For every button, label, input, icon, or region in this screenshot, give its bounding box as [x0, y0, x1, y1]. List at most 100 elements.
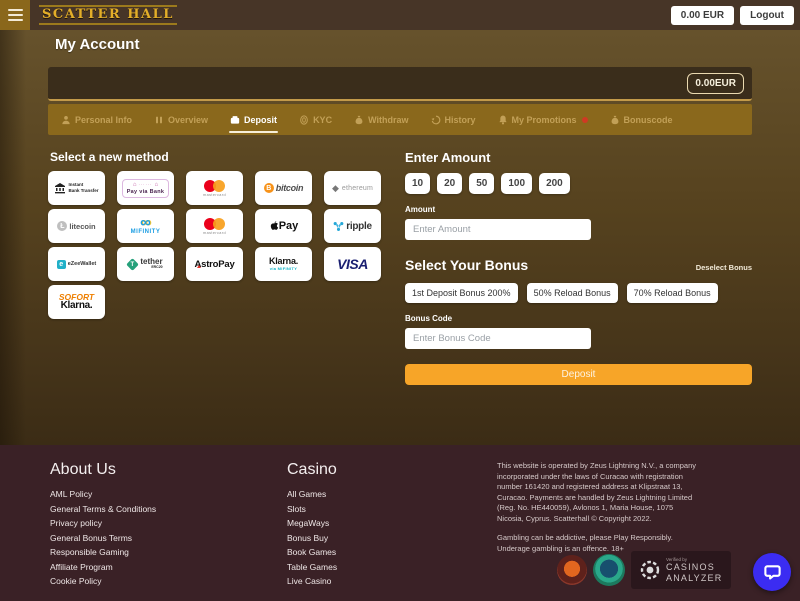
method-sublabel: via MIFINITY	[270, 267, 297, 271]
deposit-button[interactable]: Deposit	[405, 364, 752, 385]
method-label: AstroPay	[194, 259, 234, 270]
tab-label: Withdraw	[368, 115, 408, 125]
footer-about-heading: About Us	[50, 461, 287, 479]
amount-label: Amount	[405, 205, 752, 214]
method-label: mastercard	[203, 231, 226, 235]
amount-input[interactable]	[405, 219, 591, 240]
footer-link[interactable]: General Terms & Conditions	[50, 504, 287, 514]
amount-heading: Enter Amount	[405, 150, 752, 165]
tether-icon: T	[127, 258, 140, 271]
footer-link[interactable]: MegaWays	[287, 518, 497, 528]
method-visa[interactable]: VISA	[324, 247, 381, 281]
hamburger-menu-icon[interactable]	[0, 0, 30, 30]
footer-link[interactable]: Bonus Buy	[287, 533, 497, 543]
moneybag-icon	[354, 115, 364, 125]
payment-methods-grid: Instant Bank Transfer ⌂······⌂ Pay via B…	[48, 171, 385, 319]
footer-link[interactable]: Table Games	[287, 562, 497, 572]
quick-amount-button[interactable]: 100	[501, 173, 532, 194]
method-tether[interactable]: T tether ERC20	[117, 247, 174, 281]
method-sofort-klarna[interactable]: SOFORT Klarna.	[48, 285, 105, 319]
method-label: Klarna.	[269, 257, 298, 266]
bonus-option-button[interactable]: 50% Reload Bonus	[527, 283, 618, 303]
shield-badge-icon	[593, 554, 625, 586]
quick-amounts: 10 20 50 100 200	[405, 173, 752, 194]
method-mastercard[interactable]: mastercard	[186, 171, 243, 205]
footer-link[interactable]: Slots	[287, 504, 497, 514]
method-label: MIFINITY	[131, 229, 161, 235]
app-window: SCATTER HALL 0.00 EUR Logout My Account …	[0, 0, 800, 601]
footer-link[interactable]: Affiliate Program	[50, 562, 287, 572]
method-label: bitcoin	[276, 183, 303, 193]
quick-amount-button[interactable]: 50	[469, 173, 494, 194]
tab-label: Overview	[168, 115, 208, 125]
tab-my-promotions[interactable]: My Promotions	[487, 104, 599, 135]
bonus-heading: Select Your Bonus	[405, 257, 528, 273]
chat-button[interactable]	[753, 553, 791, 591]
footer-link[interactable]: Cookie Policy	[50, 576, 287, 586]
quick-amount-button[interactable]: 10	[405, 173, 430, 194]
footer-link[interactable]: Privacy policy	[50, 518, 287, 528]
payment-methods-section: Select a new method Instant Bank Transfe…	[48, 150, 385, 385]
method-mastercard-2[interactable]: mastercard	[186, 209, 243, 243]
analyzer-line: CASINOS	[666, 562, 722, 573]
tab-personal-info[interactable]: Personal Info	[50, 104, 143, 135]
history-icon	[431, 115, 441, 125]
tab-overview[interactable]: Overview	[143, 104, 219, 135]
method-ripple[interactable]: ripple	[324, 209, 381, 243]
balance-bar: 0.00EUR	[48, 67, 752, 101]
analyzer-line: ANALYZER	[666, 573, 722, 584]
tab-deposit[interactable]: Deposit	[219, 104, 288, 135]
footer-link[interactable]: Responsible Gaming	[50, 547, 287, 557]
casinos-analyzer-badge[interactable]: Verified by CASINOS ANALYZER	[631, 551, 731, 589]
brand-logo[interactable]: SCATTER HALL	[39, 5, 177, 25]
tab-label: KYC	[313, 115, 332, 125]
balance-chip[interactable]: 0.00EUR	[687, 73, 744, 94]
balance-button[interactable]: 0.00 EUR	[671, 6, 734, 25]
tab-withdraw[interactable]: Withdraw	[343, 104, 419, 135]
footer-link[interactable]: Book Games	[287, 547, 497, 557]
promotions-badge	[582, 117, 588, 123]
tab-history[interactable]: History	[420, 104, 487, 135]
moneybag-icon	[610, 115, 620, 125]
apple-icon	[269, 220, 279, 232]
method-ethereum[interactable]: ◆ ethereum	[324, 171, 381, 205]
quick-amount-button[interactable]: 20	[437, 173, 462, 194]
logout-button[interactable]: Logout	[740, 6, 794, 25]
bonus-code-input[interactable]	[405, 328, 591, 349]
person-icon	[61, 115, 71, 125]
bonus-option-button[interactable]: 1st Deposit Bonus 200%	[405, 283, 518, 303]
method-bitcoin[interactable]: B bitcoin	[255, 171, 312, 205]
footer-link[interactable]: General Bonus Terms	[50, 533, 287, 543]
legal-text-1: This website is operated by Zeus Lightni…	[497, 461, 697, 524]
deselect-bonus-link[interactable]: Deselect Bonus	[696, 263, 752, 272]
method-apple-pay[interactable]: Pay	[255, 209, 312, 243]
method-mifinity[interactable]: ∞ MIFINITY	[117, 209, 174, 243]
method-astropay[interactable]: AstroPay	[186, 247, 243, 281]
tab-kyc[interactable]: KYC	[288, 104, 343, 135]
footer-link[interactable]: All Games	[287, 489, 497, 499]
bonus-option-button[interactable]: 70% Reload Bonus	[627, 283, 718, 303]
overview-icon	[154, 115, 164, 125]
method-instant-bank-transfer[interactable]: Instant Bank Transfer	[48, 171, 105, 205]
chat-bubble-icon	[763, 563, 782, 582]
footer-link[interactable]: AML Policy	[50, 489, 287, 499]
tab-label: Deposit	[244, 115, 277, 125]
quick-amount-button[interactable]: 200	[539, 173, 570, 194]
footer-link[interactable]: Live Casino	[287, 576, 497, 586]
method-pay-via-bank[interactable]: ⌂······⌂ Pay via Bank	[117, 171, 174, 205]
top-bar-actions: 0.00 EUR Logout	[671, 6, 794, 25]
method-label: ethereum	[342, 185, 373, 192]
mifinity-icon: ∞	[140, 217, 151, 228]
tab-bonuscode[interactable]: Bonuscode	[599, 104, 684, 135]
bonus-options: 1st Deposit Bonus 200% 50% Reload Bonus 70…	[405, 283, 752, 303]
wallet-icon	[230, 115, 240, 125]
methods-heading: Select a new method	[50, 150, 385, 164]
method-litecoin[interactable]: Ł litecoin	[48, 209, 105, 243]
footer-about-column: About Us AML Policy General Terms & Condi…	[50, 461, 287, 601]
method-klarna-mifinity[interactable]: Klarna. via MIFINITY	[255, 247, 312, 281]
mastercard-icon	[204, 218, 225, 230]
method-ezeewallet[interactable]: e eZeeWallet	[48, 247, 105, 281]
mastercard-icon	[204, 180, 225, 192]
page-title: My Account	[55, 36, 752, 53]
tab-label: My Promotions	[512, 115, 577, 125]
